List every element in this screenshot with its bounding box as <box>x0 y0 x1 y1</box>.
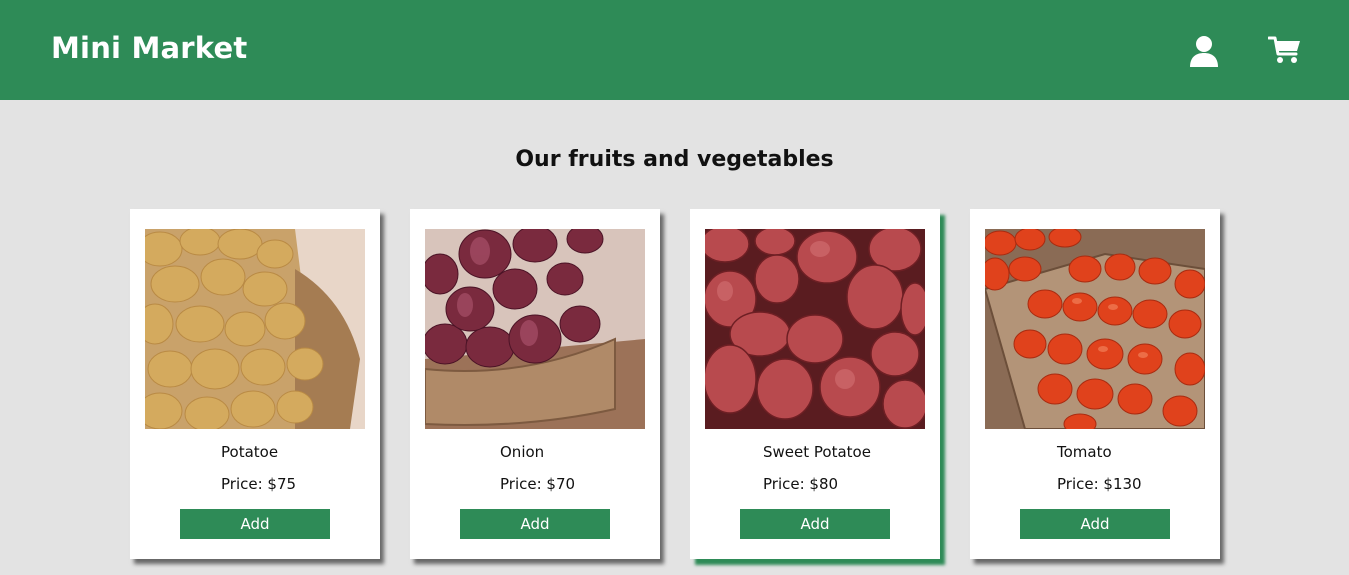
product-name: Tomato <box>1057 443 1112 461</box>
product-image-onion <box>425 229 645 429</box>
product-price: Price: $75 <box>221 475 297 493</box>
product-price: Price: $70 <box>500 475 576 493</box>
product-name: Sweet Potatoe <box>763 443 871 461</box>
add-to-cart-button[interactable]: Add <box>1020 509 1170 539</box>
product-card-onion: Onion Price: $70 Add <box>410 209 660 559</box>
page-title: Our fruits and vegetables <box>515 147 834 172</box>
header-bar: Mini Market <box>0 0 1349 100</box>
add-to-cart-button[interactable]: Add <box>740 509 890 539</box>
add-to-cart-button[interactable]: Add <box>180 509 330 539</box>
user-icon[interactable] <box>1189 35 1219 67</box>
product-image-potatoe <box>145 229 365 429</box>
add-to-cart-button[interactable]: Add <box>460 509 610 539</box>
product-price: Price: $80 <box>763 475 839 493</box>
product-card-tomato: Tomato Price: $130 Add <box>970 209 1220 559</box>
product-image-sweet-potatoe <box>705 229 925 429</box>
product-name: Potatoe <box>221 443 279 461</box>
product-image-tomato <box>985 229 1205 429</box>
product-price: Price: $130 <box>1057 475 1142 493</box>
brand-title[interactable]: Mini Market <box>51 28 247 68</box>
product-name: Onion <box>500 443 545 461</box>
cart-icon[interactable] <box>1268 35 1301 65</box>
product-card-sweet-potatoe: Sweet Potatoe Price: $80 Add <box>690 209 940 559</box>
product-card-potatoe: Potatoe Price: $75 Add <box>130 209 380 559</box>
